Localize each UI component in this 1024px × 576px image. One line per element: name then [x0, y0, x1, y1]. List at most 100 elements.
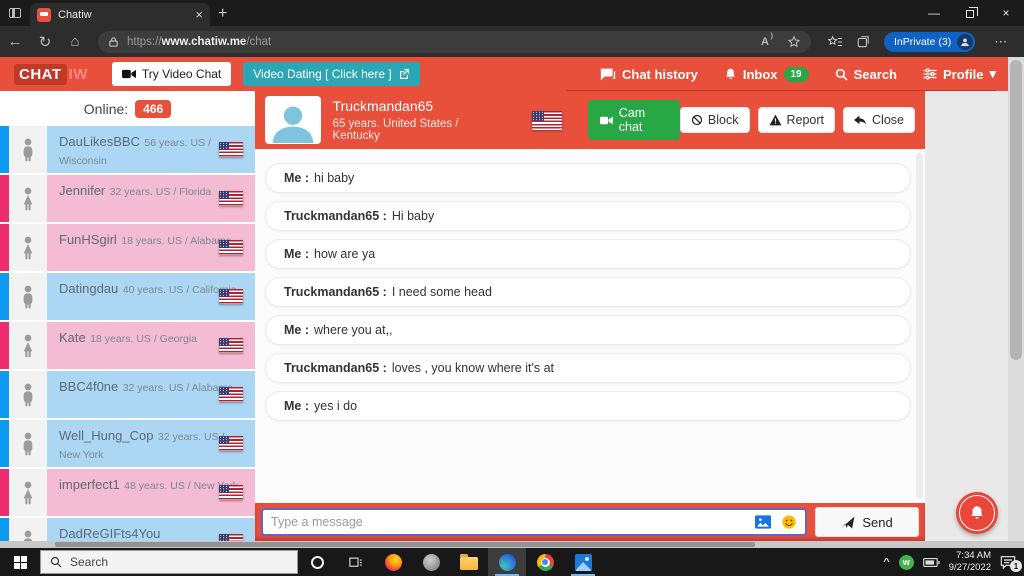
nav-profile[interactable]: Profile ▾ — [923, 66, 996, 82]
user-list-item[interactable]: BBC4f0ne 32 years. US / Alabama — [0, 371, 255, 420]
user-card: DadReGIFts4You — [47, 518, 255, 541]
user-details: 32 years. US / Alabama — [123, 382, 233, 394]
message-input[interactable] — [271, 515, 745, 529]
message-text: where you at,, — [314, 323, 393, 337]
send-button[interactable]: Send — [815, 507, 919, 537]
user-details: 18 years. US / Georgia — [90, 333, 197, 345]
refresh-icon[interactable]: ↻ — [30, 33, 60, 51]
user-list-item[interactable]: DauLikesBBC 56 years. US / Wisconsin — [0, 126, 255, 175]
minimize-button[interactable]: — — [916, 0, 952, 26]
close-chat-button[interactable]: Close — [843, 107, 915, 133]
restore-button[interactable] — [952, 0, 988, 26]
cam-chat-button[interactable]: Cam chat — [588, 100, 680, 140]
emoji-icon[interactable] — [781, 514, 797, 530]
user-list-item[interactable]: FunHSgirl 18 years. US / Alabama — [0, 224, 255, 273]
tray-expand-icon[interactable]: ^ — [883, 557, 889, 567]
messages-scrollbar[interactable] — [916, 153, 923, 499]
read-aloud-icon[interactable]: A — [761, 36, 773, 48]
user-list-item[interactable]: DadReGIFts4You — [0, 518, 255, 541]
horizontal-scrollbar-thumb[interactable] — [55, 542, 755, 547]
taskbar-clock[interactable]: 7:34 AM 9/27/2022 — [949, 550, 991, 575]
person-silhouette-icon — [271, 102, 315, 144]
photos-button[interactable] — [564, 548, 602, 576]
gender-stripe — [0, 469, 9, 516]
chatiw-logo[interactable]: CHAT IW — [14, 64, 88, 85]
notification-bell-button[interactable] — [956, 492, 998, 534]
image-attach-icon[interactable] — [755, 515, 771, 529]
task-view-button[interactable] — [336, 548, 374, 576]
chat-header: Truckmandan65 65 years. United States / … — [255, 91, 925, 149]
browser-tab-chatiw[interactable]: Chatiw × — [30, 3, 210, 26]
firefox-button[interactable] — [374, 548, 412, 576]
message-input-wrap — [261, 508, 807, 536]
user-card: Kate 18 years. US / Georgia — [47, 322, 255, 369]
user-name: BBC4f0ne — [59, 379, 118, 394]
favorite-add-icon[interactable] — [787, 35, 801, 49]
user-list-item[interactable]: Kate 18 years. US / Georgia — [0, 322, 255, 371]
home-icon[interactable]: ⌂ — [60, 33, 90, 50]
tab-close-icon[interactable]: × — [195, 8, 203, 21]
edge-button[interactable] — [488, 548, 526, 576]
message-input-bar: Send — [255, 503, 925, 541]
new-tab-button[interactable]: + — [218, 5, 227, 23]
battery-icon[interactable] — [923, 557, 940, 568]
nav-chat-history[interactable]: Chat history — [600, 67, 698, 82]
url-prefix: https:// — [127, 36, 162, 48]
report-button[interactable]: Report — [758, 107, 836, 133]
start-button[interactable] — [0, 548, 40, 576]
male-person-icon — [20, 285, 36, 309]
action-center-button[interactable]: 1 — [1000, 555, 1016, 569]
user-list-item[interactable]: imperfect1 48 years. US / New York — [0, 469, 255, 518]
search-label: Search — [854, 67, 897, 82]
video-dating-button[interactable]: Video Dating [ Click here ] — [243, 62, 420, 86]
nav-search[interactable]: Search — [835, 67, 897, 82]
cortana-button[interactable] — [298, 548, 336, 576]
us-flag-icon — [219, 338, 243, 353]
send-plane-icon — [841, 516, 855, 529]
user-name: DauLikesBBC — [59, 134, 140, 149]
app-orb-button[interactable] — [412, 548, 450, 576]
try-video-chat-button[interactable]: Try Video Chat — [112, 62, 231, 86]
us-flag-icon — [219, 485, 243, 500]
close-window-button[interactable]: × — [988, 0, 1024, 26]
vertical-scrollbar[interactable] — [1008, 57, 1024, 541]
chat-message: Truckmandan65 : Hi baby — [265, 201, 911, 231]
file-explorer-button[interactable] — [450, 548, 488, 576]
chat-message: Me : hi baby — [265, 163, 911, 193]
collections-icon[interactable] — [856, 35, 871, 49]
cam-chat-label: Cam chat — [619, 106, 668, 134]
folder-icon — [460, 557, 478, 570]
message-text: loves , you know where it's at — [392, 361, 554, 375]
user-list-item[interactable]: Well_Hung_Cop 32 years. US / New York — [0, 420, 255, 469]
user-list-item[interactable]: Datingdau 40 years. US / California — [0, 273, 255, 322]
tab-search-icon[interactable] — [0, 0, 30, 26]
vertical-scrollbar-thumb[interactable] — [1010, 60, 1022, 360]
female-person-icon — [20, 187, 36, 211]
us-flag-icon — [219, 240, 243, 255]
user-list-item[interactable]: Jennifer 32 years. US / Florida — [0, 175, 255, 224]
favorites-bar-icon[interactable] — [827, 35, 843, 49]
block-button[interactable]: Block — [680, 107, 750, 133]
horizontal-scrollbar[interactable] — [0, 541, 1024, 548]
address-bar[interactable]: https://www.chatiw.me/chat A — [98, 31, 811, 53]
message-text: I need some head — [392, 285, 492, 299]
browser-menu-icon[interactable]: ⋯ — [994, 34, 1007, 50]
inprivate-badge[interactable]: InPrivate (3) — [884, 32, 975, 52]
user-icon-col — [9, 371, 47, 418]
chrome-button[interactable] — [526, 548, 564, 576]
send-label: Send — [862, 515, 892, 530]
cam-icon — [600, 115, 613, 126]
taskbar-search-icon — [50, 556, 62, 568]
try-video-chat-label: Try Video Chat — [142, 67, 221, 81]
male-person-icon — [20, 530, 36, 542]
peer-flag-icon — [532, 111, 562, 130]
message-text: yes i do — [314, 399, 357, 413]
nav-inbox[interactable]: Inbox 19 — [724, 67, 809, 82]
us-flag-icon — [219, 142, 243, 157]
user-icon-col — [9, 126, 47, 173]
browser-tabstrip: Chatiw × + — × — [0, 0, 1024, 26]
taskbar-search[interactable]: Search — [40, 550, 298, 574]
back-icon[interactable]: ← — [0, 33, 30, 50]
gender-stripe — [0, 322, 9, 369]
tray-app-icon[interactable]: w — [899, 555, 914, 570]
